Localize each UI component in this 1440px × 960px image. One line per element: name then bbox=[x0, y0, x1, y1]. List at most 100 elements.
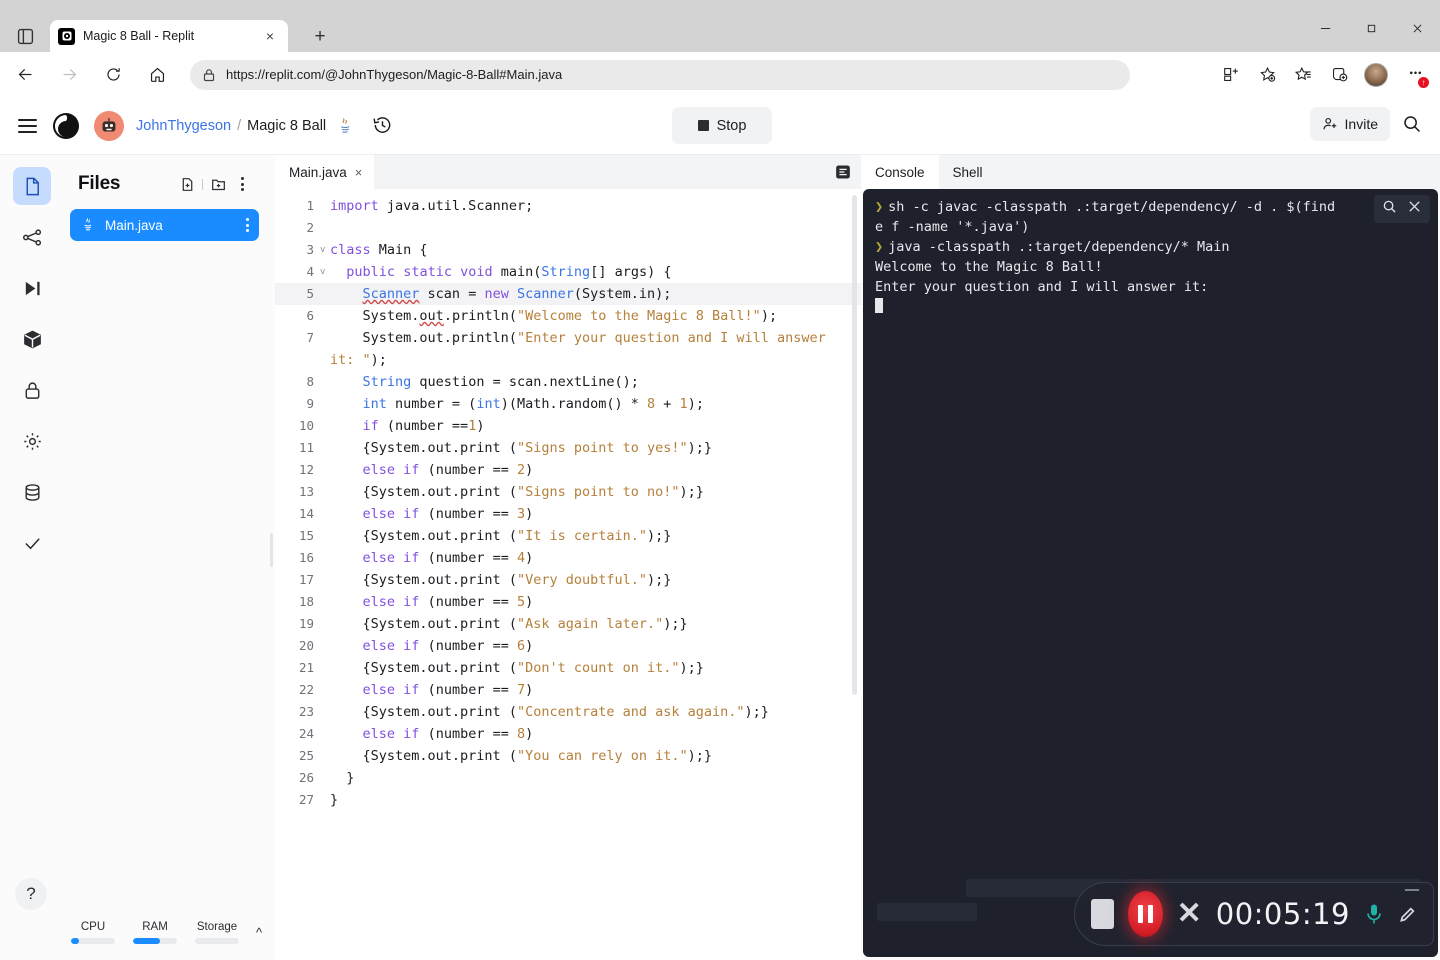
address-bar-url: https://replit.com/@JohnThygeson/Magic-8… bbox=[226, 67, 563, 82]
editor-scrollbar[interactable] bbox=[852, 195, 857, 695]
sidebar-item-version-control[interactable] bbox=[13, 218, 51, 256]
console-output[interactable]: ❯ sh -c javac -classpath .:target/depende… bbox=[863, 189, 1438, 957]
pause-recording-icon[interactable] bbox=[1127, 891, 1163, 937]
list-item[interactable]: Main.java bbox=[70, 209, 259, 241]
sidebar-item-checks[interactable] bbox=[13, 524, 51, 562]
favorites-icon[interactable] bbox=[1286, 58, 1320, 92]
code-text: {System.out.print ("Concentrate and ask … bbox=[330, 704, 769, 720]
list-item-label: Main.java bbox=[105, 217, 163, 233]
add-favorite-icon[interactable] bbox=[1250, 58, 1284, 92]
minimize-icon[interactable] bbox=[1405, 889, 1419, 891]
maximize-icon[interactable] bbox=[1348, 10, 1394, 46]
sidebar-item-packages[interactable] bbox=[13, 320, 51, 358]
code-text: else if (number == 4) bbox=[362, 550, 534, 566]
code-text: else if (number == 7) bbox=[362, 682, 534, 698]
code-line: 10 if (number ==1) bbox=[275, 415, 861, 437]
files-more-icon[interactable] bbox=[231, 173, 253, 195]
microphone-icon[interactable] bbox=[1364, 903, 1384, 925]
back-arrow-icon[interactable] bbox=[6, 56, 44, 94]
line-number: 18 bbox=[298, 594, 314, 609]
panel-splitter[interactable] bbox=[267, 155, 275, 960]
tool-rail bbox=[0, 155, 64, 960]
pencil-annotate-icon[interactable] bbox=[1398, 905, 1417, 924]
browser-tab[interactable]: Magic 8 Ball - Replit × bbox=[50, 20, 288, 52]
line-number: 3 bbox=[306, 242, 314, 257]
screenshot-root: Magic 8 Ball - Replit × + https://replit… bbox=[0, 0, 1440, 960]
editor-tab-close-icon[interactable]: × bbox=[355, 165, 363, 180]
code-line: 7 System.out.println("Enter your questio… bbox=[275, 327, 861, 371]
stop-recording-icon[interactable] bbox=[1091, 899, 1114, 929]
code-line: 2 bbox=[275, 217, 861, 239]
split-screen-icon[interactable] bbox=[1214, 58, 1248, 92]
code-line: 20 else if (number == 6) bbox=[275, 635, 861, 657]
fold-toggle-icon[interactable]: v bbox=[320, 239, 330, 261]
files-panel-header: Files bbox=[64, 155, 267, 203]
home-icon[interactable] bbox=[138, 56, 176, 94]
code-line: 18 else if (number == 5) bbox=[275, 591, 861, 613]
add-person-icon bbox=[1322, 118, 1336, 130]
sidebar-item-secrets[interactable] bbox=[13, 371, 51, 409]
forward-arrow-icon[interactable] bbox=[50, 56, 88, 94]
replit-logo-icon[interactable] bbox=[50, 110, 82, 142]
code-line: 16 else if (number == 4) bbox=[275, 547, 861, 569]
line-number: 9 bbox=[306, 396, 314, 411]
breadcrumb-project[interactable]: Magic 8 Ball bbox=[247, 118, 326, 134]
profile-avatar-icon[interactable] bbox=[1364, 62, 1388, 87]
close-icon[interactable] bbox=[1407, 199, 1422, 220]
fold-toggle-icon[interactable]: v bbox=[320, 261, 330, 283]
resource-cpu[interactable]: CPU bbox=[68, 921, 118, 944]
browser-toolbar-actions: ↑ bbox=[1212, 58, 1440, 92]
tab-close-icon[interactable]: × bbox=[260, 26, 280, 46]
reload-icon[interactable] bbox=[94, 56, 132, 94]
java-icon bbox=[335, 116, 355, 136]
list-item-more-icon[interactable] bbox=[246, 218, 249, 232]
breadcrumb-separator: / bbox=[237, 117, 242, 134]
resource-storage[interactable]: Storage bbox=[192, 921, 242, 944]
invite-button[interactable]: Invite bbox=[1309, 107, 1390, 141]
help-button[interactable]: ? bbox=[15, 878, 47, 910]
tab-main-java[interactable]: Main.java × bbox=[275, 155, 375, 189]
code-line: 26 } bbox=[275, 767, 861, 789]
minimize-icon[interactable] bbox=[1302, 10, 1348, 46]
line-number: 5 bbox=[306, 286, 314, 301]
code-line: 4v public static void main(String[] args… bbox=[275, 261, 861, 283]
line-number: 24 bbox=[298, 726, 314, 741]
editor-options-icon[interactable] bbox=[835, 155, 861, 189]
resource-ram[interactable]: RAM bbox=[130, 921, 180, 944]
console-input-caret[interactable] bbox=[875, 297, 1432, 317]
editor-tab-label: Main.java bbox=[289, 164, 347, 180]
editor-tab-bar: Main.java × bbox=[275, 155, 861, 189]
cancel-recording-icon[interactable]: ✕ bbox=[1177, 899, 1202, 929]
line-number: 10 bbox=[298, 418, 314, 433]
tab-shell[interactable]: Shell bbox=[939, 155, 997, 189]
sidebar-item-run-debug[interactable] bbox=[13, 269, 51, 307]
sidebar-item-settings[interactable] bbox=[13, 422, 51, 460]
line-number: 27 bbox=[298, 792, 314, 807]
more-options-icon[interactable]: ↑ bbox=[1398, 58, 1432, 92]
new-file-icon[interactable] bbox=[176, 173, 198, 195]
line-number: 11 bbox=[298, 440, 314, 455]
address-bar[interactable]: https://replit.com/@JohnThygeson/Magic-8… bbox=[190, 59, 1130, 90]
new-tab-button[interactable]: + bbox=[306, 25, 334, 49]
stop-button[interactable]: Stop bbox=[672, 107, 772, 144]
replit-header: JohnThygeson / Magic 8 Ball Stop Invite bbox=[0, 97, 1440, 155]
code-text: else if (number == 5) bbox=[362, 594, 534, 610]
breadcrumb-user[interactable]: JohnThygeson bbox=[136, 118, 231, 134]
sidebar-item-files[interactable] bbox=[13, 167, 51, 205]
sidebar-item-database[interactable] bbox=[13, 473, 51, 511]
files-panel: Files Main.java bbox=[64, 155, 267, 960]
user-avatar-icon[interactable] bbox=[94, 110, 124, 141]
search-icon[interactable] bbox=[1396, 108, 1428, 140]
resource-expand-icon[interactable]: ^ bbox=[256, 925, 262, 940]
tab-list-icon[interactable] bbox=[12, 24, 38, 48]
close-icon[interactable] bbox=[1394, 10, 1440, 46]
code-line: 23 {System.out.print ("Concentrate and a… bbox=[275, 701, 861, 723]
tab-console[interactable]: Console bbox=[861, 155, 939, 189]
search-icon[interactable] bbox=[1382, 199, 1397, 220]
collections-icon[interactable] bbox=[1322, 58, 1356, 92]
code-area[interactable]: 1 import java.util.Scanner; 2 3 v class Main … bbox=[275, 189, 861, 960]
hamburger-menu-icon[interactable] bbox=[10, 109, 44, 143]
history-icon[interactable] bbox=[369, 113, 395, 139]
new-folder-icon[interactable] bbox=[207, 173, 229, 195]
console-tools bbox=[1374, 195, 1430, 223]
